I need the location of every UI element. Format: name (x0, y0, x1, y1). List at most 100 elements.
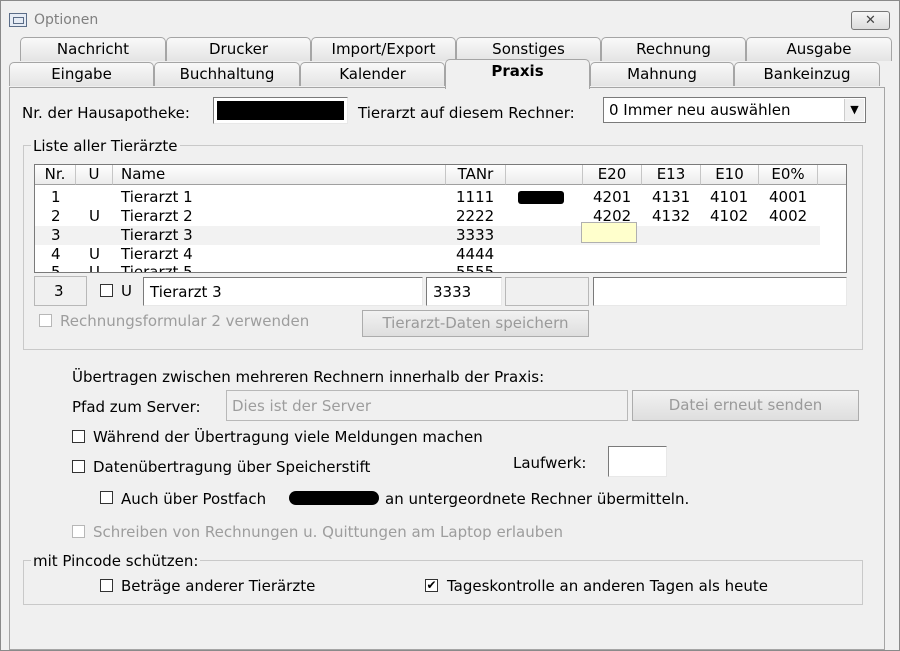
messages-checkbox[interactable] (72, 430, 85, 443)
tab-praxis[interactable]: Praxis (445, 59, 590, 89)
edit-u-checkbox[interactable] (100, 284, 113, 297)
usb-transfer-label: Datenübertragung über Speicherstift (93, 458, 371, 476)
edit-tanr-input[interactable]: 3333 (426, 277, 502, 306)
app-icon (9, 13, 27, 27)
tierarzt-rechner-value: 0 Immer neu auswählen (609, 101, 791, 119)
tab-drucker[interactable]: Drucker (166, 37, 311, 61)
cell-u: U (89, 245, 100, 263)
postfach-label-prefix: Auch über Postfach (121, 490, 267, 508)
edit-blank-field (505, 277, 589, 306)
tab-mahnung[interactable]: Mahnung (590, 62, 734, 86)
table-row[interactable]: 4 U Tierarzt 4 4444 (35, 245, 846, 264)
edit-nr-field: 3 (34, 276, 87, 306)
col-header-e0[interactable]: E0% (759, 165, 818, 185)
hausapotheke-input[interactable] (213, 97, 348, 124)
tab-bankeinzug[interactable]: Bankeinzug (734, 62, 880, 86)
cell-u: U (89, 263, 100, 273)
redaction-bar (289, 491, 379, 505)
cell-nr: 4 (51, 245, 61, 263)
cell-e10: 4102 (710, 207, 749, 225)
cell-tanr: 2222 (456, 207, 495, 225)
cell-tanr: 3333 (456, 226, 495, 244)
messages-label: Während der Übertragung viele Meldungen … (93, 428, 483, 446)
tab-sonstiges[interactable]: Sonstiges (456, 37, 601, 61)
cell-e0: 4002 (769, 207, 808, 225)
col-header-name[interactable]: Name (113, 165, 446, 185)
postfach-checkbox[interactable] (100, 491, 113, 504)
pincode-title: mit Pincode schützen: (31, 552, 201, 570)
vet-table[interactable]: Nr. U Name TANr E20 E13 E10 E0% 1 Tierar… (34, 164, 847, 273)
col-header-e10[interactable]: E10 (701, 165, 759, 185)
edit-name-input[interactable]: Tierarzt 3 (143, 277, 423, 306)
table-row-selected[interactable]: 3 Tierarzt 3 3333 (35, 226, 820, 245)
cell-tanr: 1111 (456, 188, 495, 206)
drive-input[interactable] (608, 446, 667, 477)
usb-transfer-checkbox[interactable] (72, 460, 85, 473)
col-header-e20[interactable]: E20 (583, 165, 642, 185)
edit-tanr-value: 3333 (433, 283, 472, 301)
rechnungsformular-label: Rechnungsformular 2 verwenden (60, 312, 310, 330)
col-header-nr[interactable]: Nr. (35, 165, 76, 185)
tab-import-export[interactable]: Import/Export (311, 37, 456, 61)
table-row[interactable]: 5 U Tierarzt 5 5555 (35, 263, 846, 273)
betraege-checkbox[interactable] (100, 579, 113, 592)
edit-nr-value: 3 (54, 282, 64, 300)
cell-e13: 4132 (652, 207, 691, 225)
tab-nachricht[interactable]: Nachricht (20, 37, 166, 61)
cell-nr: 3 (51, 226, 61, 244)
cell-name: Tierarzt 1 (121, 188, 193, 206)
col-header-blank[interactable] (506, 165, 583, 185)
laptop-checkbox[interactable] (72, 525, 85, 538)
cell-nr: 2 (51, 207, 61, 225)
tab-buchhaltung[interactable]: Buchhaltung (154, 62, 300, 86)
edit-u-label: U (121, 282, 132, 300)
tab-rechnung[interactable]: Rechnung (601, 37, 746, 61)
laptop-label: Schreiben von Rechnungen u. Quittungen a… (93, 523, 563, 541)
resend-file-button[interactable]: Datei erneut senden (632, 390, 859, 421)
redaction-bar (518, 191, 564, 204)
hausapotheke-label: Nr. der Hausapotheke: (22, 104, 190, 122)
drive-label: Laufwerk: (513, 454, 587, 472)
vet-list-title: Liste aller Tierärzte (31, 137, 180, 155)
col-header-tanr[interactable]: TANr (446, 165, 506, 185)
window-title: Optionen (34, 12, 99, 28)
options-window: Optionen ✕ Nachricht Drucker Import/Expo… (0, 0, 900, 651)
cell-tanr: 5555 (456, 263, 495, 273)
tab-ausgabe[interactable]: Ausgabe (746, 37, 892, 61)
tab-eingabe[interactable]: Eingabe (9, 62, 154, 86)
edit-name-value: Tierarzt 3 (150, 283, 222, 301)
tab-kalender[interactable]: Kalender (300, 62, 445, 86)
e20-edit-cell[interactable] (581, 222, 637, 243)
postfach-label-suffix: an untergeordnete Rechner übermitteln. (385, 490, 690, 508)
cell-e20: 4201 (593, 188, 632, 206)
dropdown-arrow-icon[interactable]: ▼ (844, 99, 864, 121)
col-header-e13[interactable]: E13 (642, 165, 701, 185)
betraege-label: Beträge anderer Tierärzte (121, 577, 316, 595)
close-button[interactable]: ✕ (851, 11, 890, 30)
server-path-value: Dies ist der Server (232, 397, 372, 415)
transfer-heading: Übertragen zwischen mehreren Rechnern in… (72, 368, 545, 386)
table-row[interactable]: 1 Tierarzt 1 1111 4201 4131 4101 4001 (35, 188, 846, 207)
cell-nr: 5 (51, 263, 61, 273)
cell-e0: 4001 (769, 188, 808, 206)
tageskontrolle-label: Tageskontrolle an anderen Tagen als heut… (447, 577, 768, 595)
cell-e13: 4131 (652, 188, 691, 206)
redaction-bar (217, 101, 344, 120)
tierarzt-rechner-label: Tierarzt auf diesem Rechner: (358, 104, 575, 122)
save-vet-button[interactable]: Tierarzt-Daten speichern (362, 310, 589, 337)
rechnungsformular-checkbox[interactable] (39, 314, 52, 327)
tageskontrolle-checkbox[interactable]: ✔ (425, 579, 438, 592)
cell-name: Tierarzt 4 (121, 245, 193, 263)
server-path-input[interactable]: Dies ist der Server (226, 390, 628, 421)
cell-e10: 4101 (710, 188, 749, 206)
tierarzt-rechner-select[interactable]: 0 Immer neu auswählen ▼ (603, 97, 866, 123)
edit-extra-input[interactable] (593, 277, 847, 306)
col-header-u[interactable]: U (76, 165, 113, 185)
cell-nr: 1 (51, 188, 61, 206)
cell-name: Tierarzt 2 (121, 207, 193, 225)
cell-u: U (89, 207, 100, 225)
server-path-label: Pfad zum Server: (72, 398, 201, 416)
table-row[interactable]: 2 U Tierarzt 2 2222 4202 4132 4102 4002 (35, 207, 846, 226)
title-bar: Optionen ✕ (1, 1, 899, 37)
cell-name: Tierarzt 5 (121, 263, 193, 273)
